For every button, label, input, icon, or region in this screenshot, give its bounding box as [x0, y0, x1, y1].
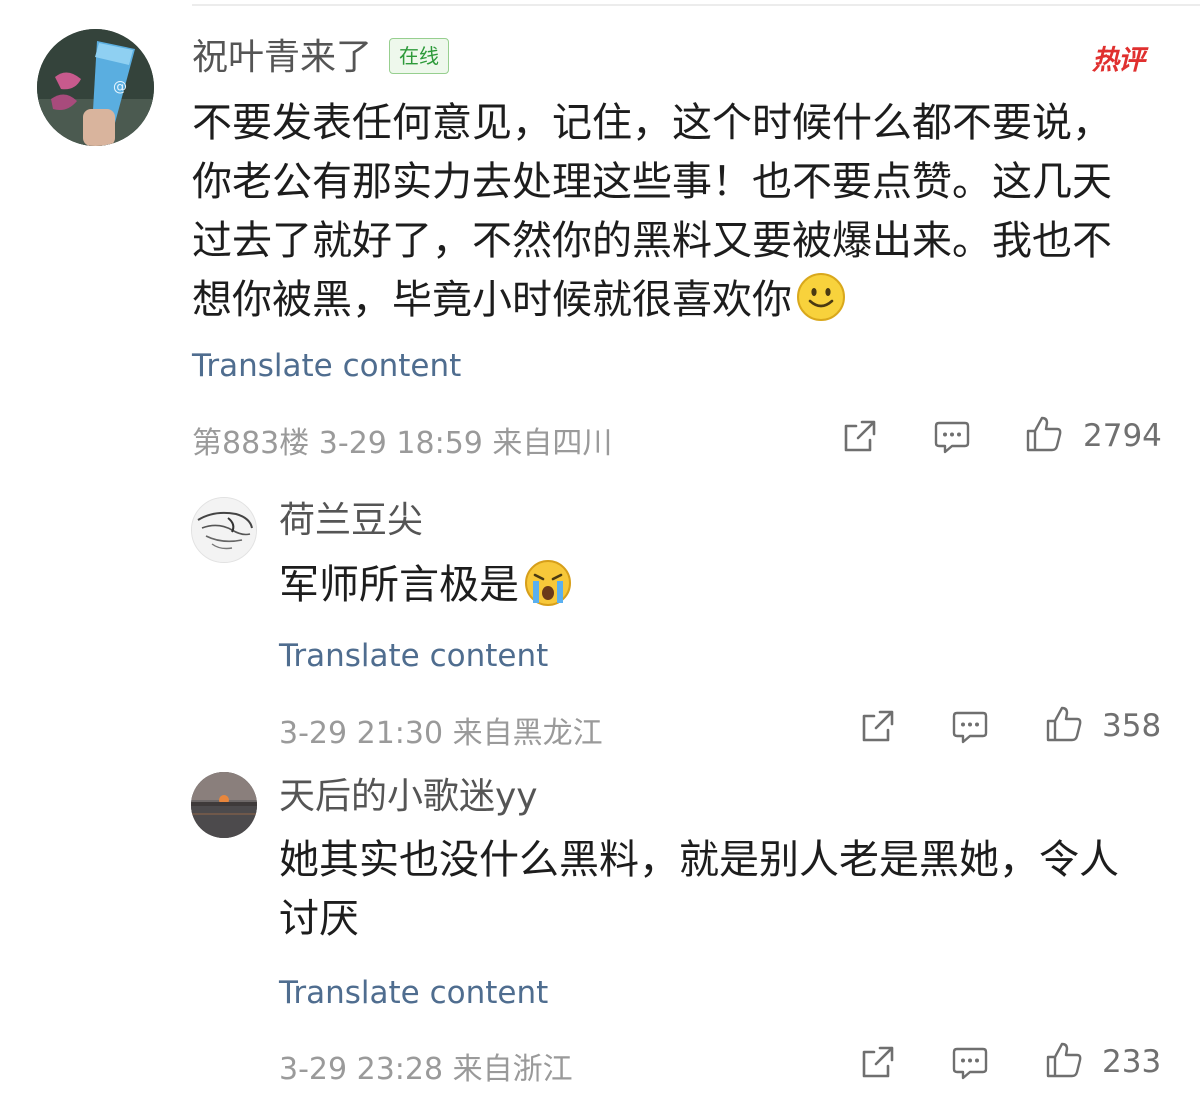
reply-meta: 3-29 23:28 来自浙江 [279, 1052, 573, 1087]
reply-line: 她其实也没什么黑料，就是别人老是黑她，令人 [279, 837, 1119, 883]
share-icon[interactable] [858, 706, 898, 746]
comment-icon[interactable] [950, 1042, 990, 1082]
avatar[interactable] [191, 497, 257, 563]
like-count: 233 [1102, 1044, 1162, 1080]
svg-text:@: @ [113, 79, 127, 95]
username[interactable]: 天后的小歌迷yy [279, 779, 538, 815]
comment-line: 不要发表任何意见，记住，这个时候什么都不要说， [192, 100, 1112, 146]
like-count: 2794 [1083, 418, 1162, 454]
translate-link[interactable]: Translate content [192, 348, 461, 384]
reply-meta: 3-29 21:30 来自黑龙江 [279, 716, 603, 751]
smile-emoji-icon [796, 272, 846, 339]
reply-text: 她其实也没什么黑料，就是别人老是黑她，令人 讨厌 [279, 831, 1159, 949]
reply-text: 军师所言极是 [279, 556, 1159, 615]
comment-line: 过去了就好了，不然你的黑料又要被爆出来。我也不 [192, 218, 1112, 264]
reply-line: 讨厌 [279, 896, 359, 942]
comment-line-text: 想你被黑，毕竟小时候就很喜欢你 [192, 277, 792, 323]
top-divider [192, 4, 1200, 6]
translate-link[interactable]: Translate content [279, 975, 548, 1011]
reply-line-last: 军师所言极是 [279, 556, 1159, 615]
avatar[interactable] [191, 772, 257, 838]
comment-line: 你老公有那实力去处理这些事！也不要点赞。这几天 [192, 159, 1112, 205]
like-icon[interactable] [1044, 1040, 1084, 1080]
like-icon[interactable] [1024, 414, 1064, 454]
comment-text: 不要发表任何意见，记住，这个时候什么都不要说， 你老公有那实力去处理这些事！也不… [192, 94, 1142, 330]
share-icon[interactable] [858, 1042, 898, 1082]
online-badge: 在线 [389, 38, 449, 74]
crying-emoji-icon [523, 557, 573, 624]
avatar[interactable]: @ [37, 29, 154, 146]
share-icon[interactable] [840, 416, 880, 456]
comment-line-last: 想你被黑，毕竟小时候就很喜欢你 [192, 271, 1142, 330]
like-icon[interactable] [1044, 704, 1084, 744]
comment-meta: 第883楼 3-29 18:59 来自四川 [192, 426, 613, 461]
comment-icon[interactable] [950, 706, 990, 746]
reply-line-text: 军师所言极是 [279, 562, 519, 608]
comment-icon[interactable] [932, 416, 972, 456]
translate-link[interactable]: Translate content [279, 638, 548, 674]
username[interactable]: 荷兰豆尖 [279, 503, 423, 539]
hot-comment-label: 热评 [1092, 45, 1145, 76]
username[interactable]: 祝叶青来了 [192, 40, 372, 76]
like-count: 358 [1102, 708, 1162, 744]
